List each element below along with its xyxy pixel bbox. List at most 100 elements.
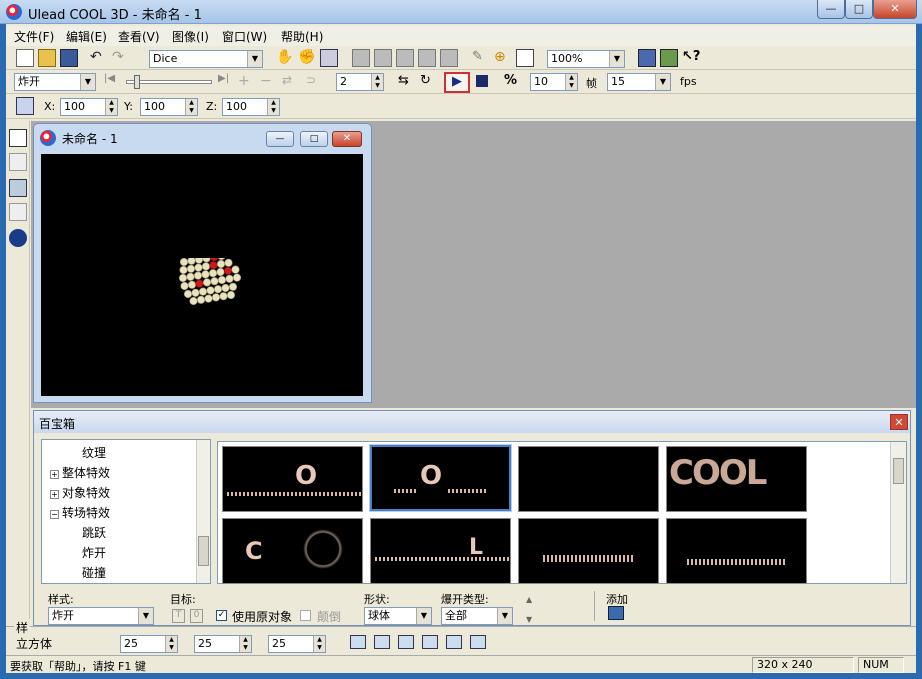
minimize-button[interactable]: — (817, 0, 845, 19)
view-box-5-icon[interactable] (446, 635, 462, 649)
checkbox-tool-icon[interactable] (516, 49, 534, 67)
align-5-icon[interactable] (440, 49, 458, 67)
effects-tree[interactable]: 纹理 + 整体特效 + 对象特效 − 转场特效 跳跃 炸开 碰撞 (41, 439, 211, 584)
close-button[interactable]: ✕ (873, 0, 917, 19)
expand-icon[interactable]: + (50, 490, 59, 499)
spin-arrows-icon[interactable]: ▲ ▼ (105, 99, 117, 115)
remove-keyframe-icon[interactable]: − (260, 73, 278, 91)
use-original-checkbox[interactable]: ✓ (216, 608, 227, 622)
thumb-8[interactable] (666, 518, 807, 584)
zoom-select[interactable]: 100% ▼ (547, 50, 625, 68)
menu-file[interactable]: 文件(F) (14, 28, 54, 45)
thumb-6[interactable]: L (370, 518, 511, 584)
lower-tab[interactable]: 样 (14, 619, 31, 636)
globe-icon[interactable]: ⊕ (494, 49, 512, 67)
spin-arrows-icon[interactable]: ▲ ▼ (185, 99, 197, 115)
menu-window[interactable]: 窗口(W) (222, 28, 267, 45)
explode-type-select[interactable]: 全部 ▼ (441, 607, 513, 625)
align-3-icon[interactable] (396, 49, 414, 67)
edit-text-icon[interactable] (9, 153, 27, 171)
thumb-scroll-thumb[interactable] (893, 458, 904, 484)
insert-text-icon[interactable] (9, 129, 27, 147)
split-icon[interactable]: ⇄ (282, 73, 300, 91)
hand-move-icon[interactable]: ✋ (276, 49, 294, 67)
lower-spinner-2[interactable]: 25 ▲ ▼ (194, 635, 252, 653)
refresh-icon[interactable]: ↻ (420, 73, 438, 91)
menu-view[interactable]: 查看(V) (118, 28, 160, 45)
effect-select[interactable]: 炸开 ▼ (14, 73, 96, 91)
frame-spinner[interactable]: 2 ▲ ▼ (336, 73, 384, 91)
expand-icon[interactable]: + (50, 470, 59, 479)
lower-spinner-1[interactable]: 25 ▲ ▼ (120, 635, 178, 653)
last-frame-icon[interactable]: ▶| (218, 73, 236, 91)
x-spinner[interactable]: 100 ▲ ▼ (60, 98, 118, 116)
thumb-7[interactable] (518, 518, 659, 584)
thumb-1[interactable]: O (222, 446, 363, 512)
export-icon[interactable] (660, 49, 678, 67)
align-4-icon[interactable] (418, 49, 436, 67)
thumb-3[interactable] (518, 446, 659, 512)
doc-minimize-button[interactable]: — (266, 131, 294, 147)
new-file-icon[interactable] (16, 49, 34, 67)
menu-help[interactable]: 帮助(H) (281, 28, 323, 45)
add-to-gallery-icon[interactable] (608, 606, 624, 620)
spin-arrows-icon[interactable]: ▲ ▼ (565, 74, 577, 90)
y-spinner[interactable]: 100 ▲ ▼ (140, 98, 198, 116)
doc-close-button[interactable]: ✕ (332, 131, 362, 147)
view-box-4-icon[interactable] (422, 635, 438, 649)
thumb-2-selected[interactable]: O (369, 444, 512, 512)
maximize-button[interactable]: □ (845, 0, 873, 19)
tree-item[interactable]: + 对象特效 (50, 484, 110, 501)
shape-select[interactable]: 球体 ▼ (364, 607, 432, 625)
tree-item[interactable]: − 转场特效 (50, 504, 110, 521)
fit-object-icon[interactable] (320, 49, 338, 67)
panel-close-button[interactable]: ✕ (890, 414, 908, 430)
tree-scroll-thumb[interactable] (198, 536, 209, 566)
tree-item[interactable]: 跳跃 (82, 524, 106, 541)
tree-item[interactable]: 纹理 (82, 444, 106, 461)
thumb-scrollbar[interactable] (890, 442, 906, 583)
align-2-icon[interactable] (374, 49, 392, 67)
z-spinner[interactable]: 100 ▲ ▼ (222, 98, 280, 116)
menu-image[interactable]: 图像(I) (172, 28, 209, 45)
view-box-2-icon[interactable] (374, 635, 390, 649)
menu-edit[interactable]: 编辑(E) (66, 28, 107, 45)
target-text-icon[interactable]: T (172, 609, 185, 623)
spin-arrows-icon[interactable]: ▲ ▼ (267, 99, 279, 115)
help-pointer-icon[interactable]: ↖? (682, 49, 700, 67)
first-frame-icon[interactable]: |◀ (104, 73, 122, 91)
timeline-thumb[interactable] (134, 75, 140, 89)
object-manager-icon[interactable] (9, 229, 27, 247)
loop-icon[interactable]: ⇆ (398, 73, 416, 91)
props-scroll-icon[interactable]: ▲ ▼ (526, 595, 532, 625)
fps-select[interactable]: 15 ▼ (607, 73, 671, 91)
stop-icon[interactable] (476, 75, 488, 87)
render-icon[interactable] (638, 49, 656, 67)
spin-arrows-icon[interactable]: ▲ ▼ (165, 636, 177, 652)
swap-icon[interactable]: ⊃ (306, 73, 324, 91)
font-style-select[interactable]: Dice ▼ (149, 50, 263, 68)
insert-geometry-icon[interactable] (9, 179, 27, 197)
open-folder-icon[interactable] (38, 49, 56, 67)
redo-icon[interactable]: ↷ (112, 49, 130, 67)
save-disk-icon[interactable] (60, 49, 78, 67)
spin-arrows-icon[interactable]: ▲ ▼ (313, 636, 325, 652)
dice-3d-object[interactable] (176, 258, 248, 308)
tree-item[interactable]: 碰撞 (82, 564, 106, 581)
thumb-5[interactable]: C (222, 518, 363, 584)
thumb-4[interactable]: COOL (666, 446, 807, 512)
rotate-hand-icon[interactable]: ✊ (298, 49, 316, 67)
lower-spinner-3[interactable]: 25 ▲ ▼ (268, 635, 326, 653)
collapse-icon[interactable]: − (50, 510, 59, 519)
spin-arrows-icon[interactable]: ▲ ▼ (239, 636, 251, 652)
speed-spinner[interactable]: 10 ▲ ▼ (530, 73, 578, 91)
view-box-6-icon[interactable] (470, 635, 486, 649)
target-object-icon[interactable]: 0 (190, 609, 203, 623)
undo-icon[interactable]: ↶ (90, 49, 108, 67)
tree-item[interactable]: + 整体特效 (50, 464, 110, 481)
play-button[interactable]: ▶ (444, 72, 470, 93)
reverse-checkbox[interactable] (300, 608, 311, 622)
doc-maximize-button[interactable]: □ (300, 131, 328, 147)
tree-scrollbar[interactable] (196, 440, 210, 583)
view-box-3-icon[interactable] (398, 635, 414, 649)
